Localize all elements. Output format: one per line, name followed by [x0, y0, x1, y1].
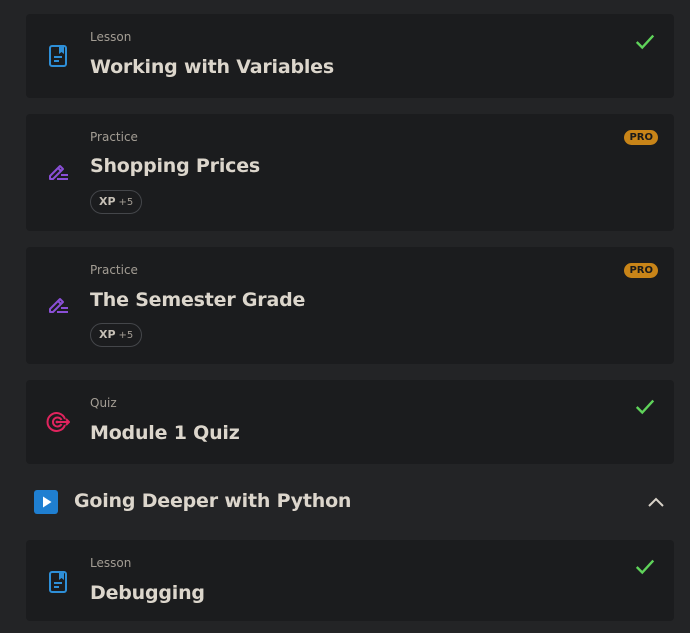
item-title: Working with Variables — [90, 56, 334, 78]
chevron-up-icon[interactable] — [646, 492, 666, 512]
section-title: Going Deeper with Python — [74, 490, 352, 512]
item-type-label: Practice — [90, 263, 138, 277]
practice-icon — [49, 298, 68, 313]
lesson-icon — [49, 45, 67, 67]
list-item-working-with-variables[interactable]: Lesson Working with Variables — [26, 14, 674, 98]
lesson-icon — [49, 571, 67, 593]
pro-badge: PRO — [624, 130, 658, 145]
item-type-label: Practice — [90, 130, 138, 144]
check-icon — [635, 559, 655, 575]
xp-badge: XP +5 — [90, 323, 143, 347]
xp-label: XP — [99, 195, 116, 208]
xp-value: +5 — [118, 330, 134, 341]
xp-value: +5 — [118, 197, 134, 208]
play-icon — [34, 490, 58, 514]
pro-badge: PRO — [624, 263, 658, 278]
check-icon — [635, 34, 655, 50]
item-title: Debugging — [90, 582, 205, 604]
item-type-label: Lesson — [90, 30, 132, 44]
check-icon — [635, 399, 655, 415]
xp-label: XP — [99, 328, 116, 341]
list-item-shopping-prices[interactable]: Practice Shopping Prices PRO XP +5 — [26, 114, 674, 231]
item-type-label: Quiz — [90, 396, 117, 410]
xp-badge: XP +5 — [90, 190, 143, 214]
item-type-label: Lesson — [90, 556, 132, 570]
item-title: Module 1 Quiz — [90, 422, 240, 444]
list-item-the-semester-grade[interactable]: Practice The Semester Grade PRO XP +5 — [26, 247, 674, 364]
quiz-icon — [46, 412, 70, 432]
list-item-module-1-quiz[interactable]: Quiz Module 1 Quiz — [26, 380, 674, 464]
list-item-debugging[interactable]: Lesson Debugging — [26, 540, 674, 621]
section-header-going-deeper[interactable]: Going Deeper with Python — [26, 480, 674, 524]
item-title: The Semester Grade — [90, 289, 306, 311]
practice-icon — [49, 165, 68, 180]
item-title: Shopping Prices — [90, 155, 260, 177]
